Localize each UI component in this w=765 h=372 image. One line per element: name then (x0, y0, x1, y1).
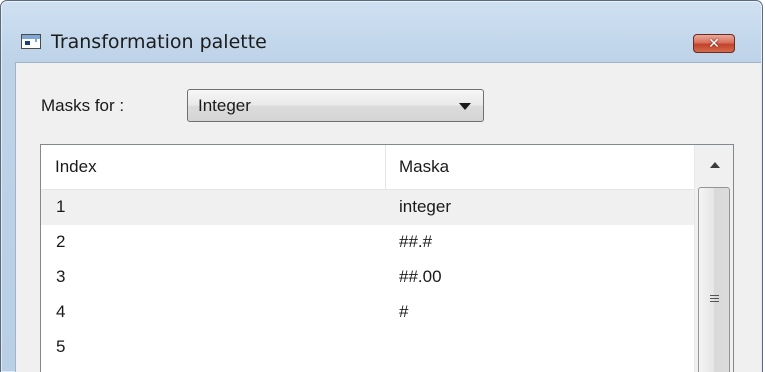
dialog-client-area: Masks for : Integer Index Maska 1 intege… (15, 62, 761, 372)
title-bar[interactable]: Transformation palette ✕ (1, 1, 762, 53)
scroll-up-arrow-icon[interactable] (698, 145, 732, 185)
row-mask-cell: # (399, 302, 409, 321)
app-window-icon (21, 34, 41, 49)
table-row[interactable]: 1 integer (41, 190, 694, 225)
close-button[interactable]: ✕ (693, 34, 735, 53)
close-icon: ✕ (708, 35, 720, 52)
row-mask-cell: ##.00 (399, 267, 442, 286)
row-index-cell: 2 (56, 232, 66, 251)
transformation-palette-window: Transformation palette ✕ Masks for : Int… (0, 0, 763, 372)
grip-icon (710, 295, 719, 304)
column-header-mask-label: Maska (399, 157, 450, 176)
table-row[interactable]: 3 ##.00 (41, 260, 694, 295)
column-header-mask[interactable]: Maska (386, 145, 694, 189)
vertical-scrollbar[interactable] (694, 145, 733, 372)
column-header-index[interactable]: Index (41, 145, 386, 189)
chevron-down-icon[interactable] (459, 103, 471, 110)
masks-type-dropdown[interactable]: Integer (187, 89, 484, 122)
row-mask-cell: ##.# (399, 232, 433, 251)
table-row[interactable]: 4 # (41, 295, 694, 330)
row-index-cell: 5 (56, 337, 66, 356)
table-row[interactable]: 5 (41, 330, 694, 365)
list-body: 1 integer 2 ##.# 3 ##.00 4 # 5 (41, 190, 694, 365)
column-header-index-label: Index (55, 157, 97, 176)
masks-list-view[interactable]: Index Maska 1 integer 2 ##.# 3 ##.00 4 #… (40, 144, 734, 372)
row-mask-cell: integer (399, 197, 451, 216)
masks-type-selected-value: Integer (198, 96, 251, 115)
row-index-cell: 1 (56, 197, 66, 216)
row-index-cell: 3 (56, 267, 66, 286)
window-title: Transformation palette (51, 31, 267, 53)
table-row[interactable]: 2 ##.# (41, 225, 694, 260)
scrollbar-thumb[interactable] (698, 187, 730, 372)
masks-for-label: Masks for : (41, 96, 125, 115)
list-header: Index Maska (41, 145, 694, 190)
row-index-cell: 4 (56, 302, 66, 321)
